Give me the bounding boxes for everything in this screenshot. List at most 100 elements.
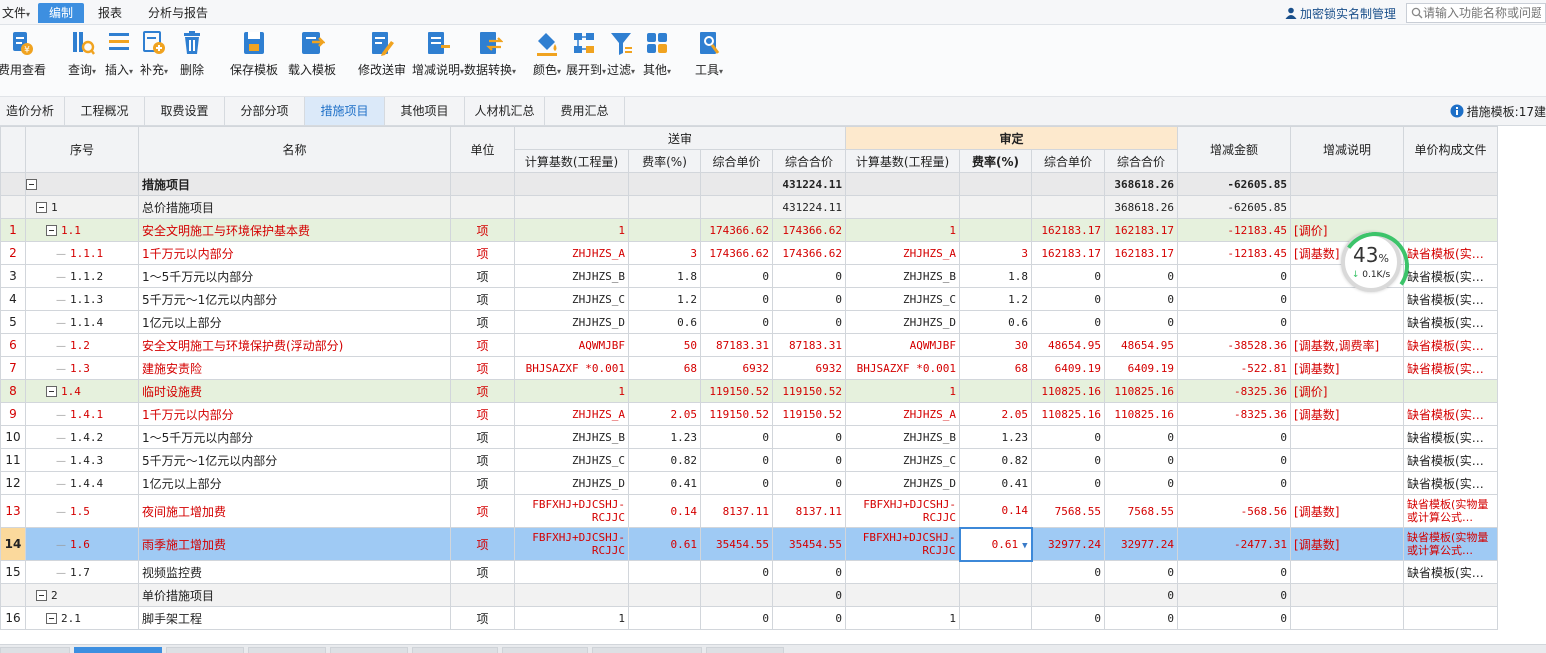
diff-amount-cell[interactable]: 0 (1177, 287, 1292, 311)
row-number[interactable]: 16 (0, 606, 26, 630)
diff-amount-cell[interactable]: 0 (1177, 583, 1292, 607)
diff-amount-cell[interactable]: -12183.45 (1177, 218, 1292, 242)
submitted-price-cell[interactable]: 119150.52 (700, 379, 773, 403)
seq-cell[interactable]: 2 (25, 583, 139, 607)
diff-amount-cell[interactable]: -62605.85 (1177, 172, 1292, 196)
diff-note-cell[interactable]: [调基数] (1290, 494, 1405, 528)
table-row[interactable]: 3—1.1.2 1～5千万元以内部分项 ZHJHZS_B 1.8 0 0 ZHJHZS_B 1… (0, 264, 1499, 288)
approved-price-cell[interactable]: 48654.95 (1031, 333, 1106, 357)
supplement-button[interactable]: 补充▾ (139, 29, 169, 91)
approved-total-cell[interactable]: 110825.16 (1104, 379, 1179, 403)
table-row[interactable]: 8 1.4 临时设施费项 1 119150.52 119150.52 1 110825.16 1… (0, 379, 1499, 403)
lock-manage-link[interactable]: 加密锁实名制管理 (1285, 5, 1396, 22)
approved-base-cell[interactable]: ZHJHZS_C (845, 287, 961, 311)
row-number[interactable]: 14 (0, 527, 26, 561)
approved-base-cell[interactable] (845, 195, 961, 219)
approved-price-cell[interactable]: 110825.16 (1031, 379, 1106, 403)
approved-price-cell[interactable]: 0 (1031, 560, 1106, 584)
seq-cell[interactable]: — 1.4.1 (25, 402, 139, 426)
approved-base-cell[interactable] (845, 172, 961, 196)
expand-to-button[interactable]: 展开到▾ (566, 29, 606, 91)
submitted-price-cell[interactable]: 87183.31 (700, 333, 773, 357)
table-row[interactable]: 14—1.6 雨季施工增加费项 FBFXHJ+DJCSHJ-RCJJC 0.61 354… (0, 526, 1499, 562)
submitted-total-cell[interactable]: 0 (771, 425, 847, 449)
submitted-rate-cell[interactable] (628, 218, 701, 242)
diff-note-cell[interactable]: [调价] (1290, 379, 1405, 403)
diff-note-cell[interactable] (1290, 583, 1405, 607)
submitted-total-cell[interactable]: 35454.55 (771, 527, 847, 561)
unit-cell[interactable]: 项 (450, 425, 515, 449)
table-row[interactable]: 1 总价措施项目 431224.11 368618.26 -62605.85 (0, 195, 1499, 219)
submitted-price-cell[interactable] (700, 195, 773, 219)
diff-amount-cell[interactable]: -62605.85 (1177, 195, 1292, 219)
fee-view-button[interactable]: ¥ 费用查看 (0, 29, 48, 91)
submitted-base-cell[interactable]: FBFXHJ+DJCSHJ-RCJJC (514, 527, 629, 561)
approved-rate-cell[interactable]: 30 (959, 333, 1033, 357)
row-number[interactable]: 7 (0, 356, 26, 380)
bottom-tab-6[interactable] (412, 647, 498, 653)
approved-price-cell[interactable] (1031, 583, 1106, 607)
approved-base-cell[interactable]: BHJSAZXF *0.001 (845, 356, 961, 380)
seq-cell[interactable]: — 1.6 (25, 527, 139, 561)
approved-rate-cell[interactable] (959, 583, 1033, 607)
submitted-total-cell[interactable]: 0 (771, 471, 847, 495)
name-cell[interactable]: 视频监控费 (138, 560, 451, 584)
approved-price-cell[interactable]: 0 (1031, 471, 1106, 495)
tab-fee-summary[interactable]: 费用汇总 (545, 97, 625, 125)
submitted-rate-cell[interactable] (628, 606, 701, 630)
header-rownum[interactable] (0, 126, 26, 173)
row-number[interactable]: 6 (0, 333, 26, 357)
diff-note-cell[interactable]: [调基数] (1290, 356, 1405, 380)
diff-note-cell[interactable] (1290, 310, 1405, 334)
unit-cell[interactable]: 项 (450, 264, 515, 288)
price-file-cell[interactable]: 缺省模板(实… (1403, 264, 1499, 288)
header-seq[interactable]: 序号 (25, 126, 139, 173)
approved-price-cell[interactable]: 0 (1031, 287, 1106, 311)
submitted-base-cell[interactable] (514, 172, 629, 196)
name-cell[interactable]: 建施安责险 (138, 356, 451, 380)
submitted-base-cell[interactable]: ZHJHZS_B (514, 264, 629, 288)
submitted-total-cell[interactable]: 0 (771, 606, 847, 630)
approved-price-cell[interactable]: 0 (1031, 425, 1106, 449)
submitted-rate-cell[interactable] (628, 560, 701, 584)
tab-cost-analysis[interactable]: 造价分析 (0, 97, 65, 125)
approved-base-cell[interactable]: ZHJHZS_A (845, 402, 961, 426)
submitted-total-cell[interactable]: 431224.11 (771, 172, 847, 196)
price-file-cell[interactable]: 缺省模板(实… (1403, 402, 1499, 426)
submitted-total-cell[interactable]: 119150.52 (771, 379, 847, 403)
submitted-base-cell[interactable]: 1 (514, 218, 629, 242)
price-file-cell[interactable]: 缺省模板(实物量或计算公式… (1403, 494, 1499, 528)
approved-price-cell[interactable]: 32977.24 (1031, 527, 1106, 561)
submitted-price-cell[interactable]: 0 (700, 425, 773, 449)
approved-price-cell[interactable]: 6409.19 (1031, 356, 1106, 380)
menu-edit[interactable]: 编制 (38, 3, 84, 23)
table-row[interactable]: 13—1.5 夜间施工增加费项 FBFXHJ+DJCSHJ-RCJJC 0.14 813… (0, 494, 1499, 528)
approved-rate-editor[interactable]: 0.61 ▼ (958, 526, 1033, 562)
submitted-price-cell[interactable]: 6932 (700, 356, 773, 380)
approved-rate-cell[interactable]: 1.23 (959, 425, 1033, 449)
price-file-cell[interactable]: 缺省模板(实… (1403, 287, 1499, 311)
approved-base-cell[interactable] (845, 583, 961, 607)
table-row[interactable]: 10—1.4.2 1～5千万元以内部分项 ZHJHZS_B 1.23 0 0 ZHJHZS_… (0, 425, 1499, 449)
row-number[interactable]: 9 (0, 402, 26, 426)
seq-cell[interactable]: — 1.4.3 (25, 448, 139, 472)
submitted-price-cell[interactable]: 0 (700, 310, 773, 334)
submitted-rate-cell[interactable] (628, 195, 701, 219)
seq-cell[interactable] (25, 172, 139, 196)
header-a-price[interactable]: 综合单价 (1031, 149, 1106, 173)
table-row[interactable]: 15—1.7 视频监控费项 0 0 0 0 0 缺省模板(实… (0, 560, 1499, 584)
approved-total-cell[interactable]: 0 (1104, 471, 1179, 495)
header-s-total[interactable]: 综合合价 (771, 149, 847, 173)
table-row[interactable]: 11—1.4.3 5千万元～1亿元以内部分项 ZHJHZS_C 0.82 0 0 ZHJHZ… (0, 448, 1499, 472)
approved-rate-cell[interactable] (959, 379, 1033, 403)
submitted-total-cell[interactable]: 87183.31 (771, 333, 847, 357)
bottom-tab-1[interactable] (0, 647, 70, 653)
delete-button[interactable]: 删除 (177, 29, 207, 91)
price-file-cell[interactable] (1403, 379, 1499, 403)
unit-cell[interactable]: 项 (450, 379, 515, 403)
query-button[interactable]: 查询▾ (66, 29, 98, 91)
approved-total-cell[interactable]: 368618.26 (1104, 195, 1179, 219)
row-number[interactable]: 1 (0, 218, 26, 242)
approved-total-cell[interactable]: 368618.26 (1104, 172, 1179, 196)
submitted-rate-cell[interactable]: 1.23 (628, 425, 701, 449)
